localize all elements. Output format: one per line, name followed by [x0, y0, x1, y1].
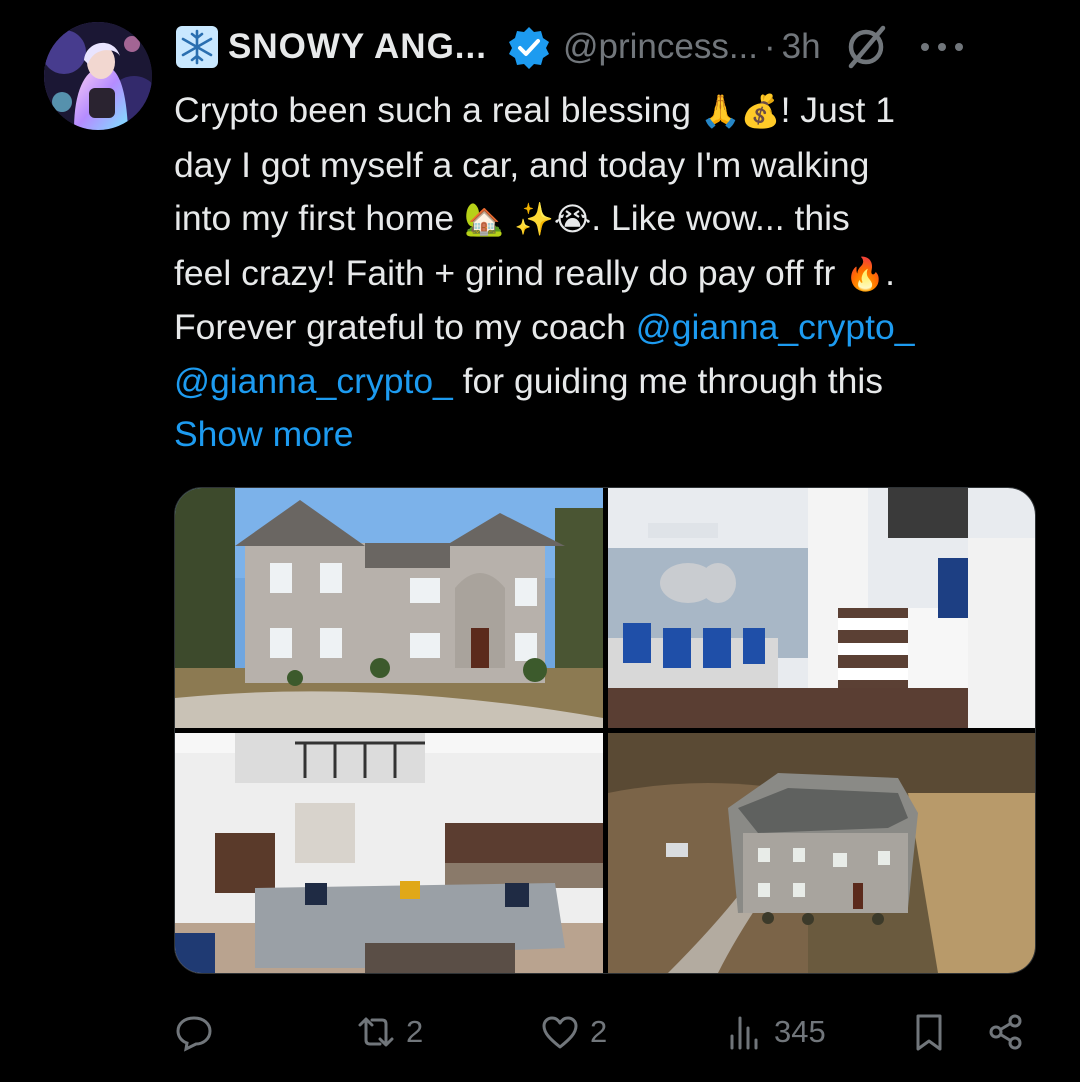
reply-icon — [176, 1016, 212, 1052]
text-line: Forever grateful to my coach @gianna_cry… — [174, 301, 1034, 355]
bookmark-button[interactable] — [909, 1000, 949, 1064]
text-line: @gianna_crypto_ for guiding me through t… — [174, 355, 1034, 409]
heart-icon — [542, 1016, 578, 1049]
like-count: 2 — [590, 1014, 608, 1049]
analytics-icon — [730, 1016, 758, 1050]
share-button[interactable] — [986, 1000, 1026, 1064]
share-icon — [989, 1014, 1022, 1050]
repost-button[interactable]: 2 — [356, 1000, 423, 1064]
house-exterior-photo[interactable] — [175, 488, 603, 728]
show-more-link[interactable]: Show more — [174, 408, 1034, 462]
crying-face-emoji-icon: 😭 — [553, 200, 592, 238]
post-actions: 2 2 345 — [174, 1000, 1034, 1064]
text-segment: . — [885, 252, 895, 293]
more-options-icon[interactable] — [917, 37, 967, 57]
avatar[interactable] — [44, 22, 152, 130]
like-button[interactable]: 2 — [540, 1000, 607, 1064]
mention-link[interactable]: @gianna_crypto_ — [636, 307, 915, 347]
display-name[interactable]: SNOWY ANG... — [228, 27, 487, 67]
dining-room-photo[interactable] — [608, 488, 1035, 728]
bookmark-icon — [916, 1014, 942, 1051]
post-text: Crypto been such a real blessing 🙏💰! Jus… — [174, 84, 1034, 462]
fire-emoji-icon: 🔥 — [845, 254, 886, 293]
repost-count: 2 — [406, 1014, 424, 1049]
living-room-photo[interactable] — [175, 733, 603, 973]
text-line: day I got myself a car, and today I'm wa… — [174, 144, 870, 185]
post-header: SNOWY ANG... @princess... · 3h — [176, 24, 1040, 70]
text-segment: for guiding me through this — [452, 360, 884, 401]
text-line: into my first home 🏡 ✨😭. Like wow... thi… — [174, 192, 1034, 247]
reply-button[interactable] — [174, 1000, 224, 1064]
text-segment: feel crazy! Faith + grind really do pay … — [174, 252, 846, 293]
repost-icon — [358, 1017, 394, 1047]
text-segment: Forever grateful to my coach — [174, 307, 636, 347]
author-handle[interactable]: @princess... — [563, 27, 758, 67]
aerial-house-photo[interactable] — [608, 733, 1035, 973]
text-segment: . Like wow... this — [591, 198, 850, 238]
verified-badge-icon[interactable] — [507, 25, 551, 69]
post-time[interactable]: 3h — [782, 27, 821, 67]
text-line: feel crazy! Faith + grind really do pay … — [174, 247, 1034, 302]
house-emoji-icon: 🏡 — [464, 200, 504, 238]
views-button[interactable]: 345 — [724, 1000, 826, 1064]
sparkles-emoji-icon: ✨ — [503, 200, 554, 238]
grok-icon[interactable] — [843, 24, 889, 70]
separator-dot: · — [764, 27, 776, 66]
views-count: 345 — [774, 1014, 826, 1049]
text-segment: into my first home — [174, 198, 464, 238]
praying-hands-emoji-icon: 🙏 — [700, 92, 741, 130]
text-segment: Crypto been such a real blessing — [174, 90, 701, 130]
text-line: Crypto been such a real blessing 🙏💰! Jus… — [174, 84, 1034, 139]
mention-link[interactable]: @gianna_crypto_ — [174, 361, 453, 401]
text-segment: ! Just 1 — [780, 90, 896, 130]
media-grid — [174, 487, 1036, 974]
snowflake-icon — [176, 26, 218, 68]
money-bag-emoji-icon: 💰 — [740, 92, 781, 130]
